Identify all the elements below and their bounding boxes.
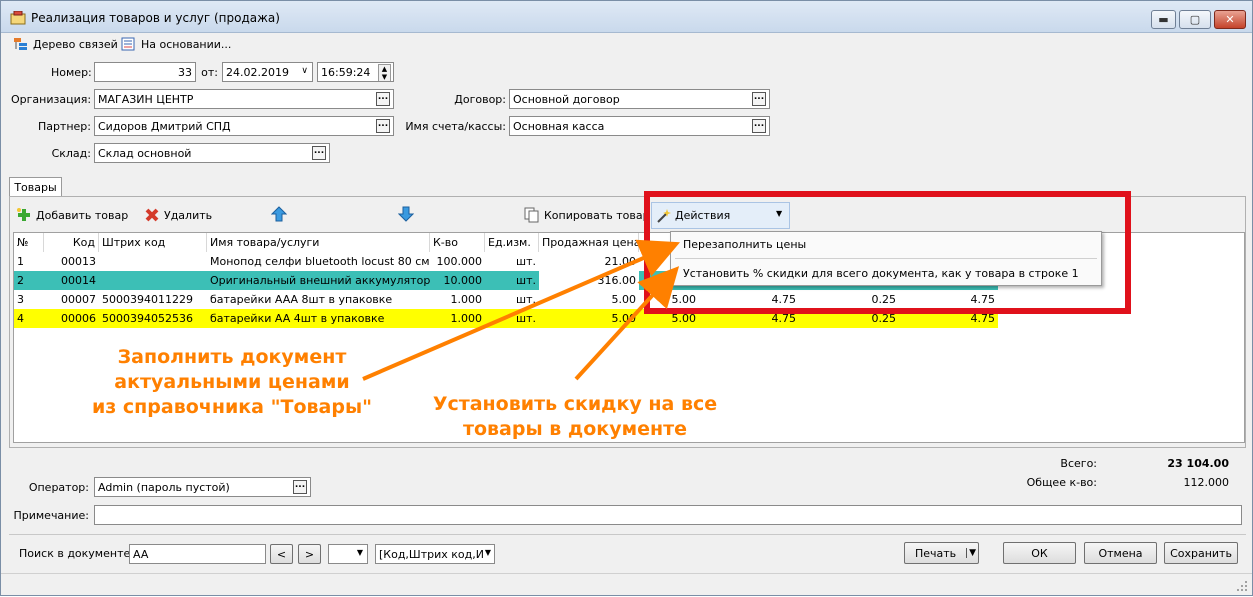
arrow-to-refill (362, 239, 681, 381)
quantity-value: 112.000 (1183, 476, 1230, 489)
annotation-line: Заполнить документ (117, 346, 347, 368)
annotation-refill: Заполнить документ актуальными ценами из… (91, 345, 373, 420)
note-field[interactable] (94, 505, 1242, 525)
operator-field[interactable]: Admin (пароль пустой) ... (94, 477, 311, 497)
cancel-label: Отмена (1098, 546, 1143, 560)
total-label: Всего: (1060, 457, 1097, 470)
chevron-right-icon: > (304, 547, 315, 561)
search-mode-select[interactable]: ▼ (328, 544, 368, 564)
operator-value: Admin (пароль пустой) (98, 480, 230, 494)
print-button[interactable]: Печать ▼ (904, 542, 979, 564)
chevron-down-icon[interactable]: ▼ (966, 548, 976, 558)
chevron-down-icon: ▼ (356, 548, 363, 557)
search-input[interactable]: AA (129, 544, 266, 564)
chevron-left-icon: < (276, 547, 287, 561)
arrow-to-discount (574, 266, 680, 381)
print-label: Печать (915, 546, 957, 560)
search-prev-button[interactable]: < (270, 544, 293, 564)
save-button[interactable]: Сохранить (1164, 542, 1238, 564)
note-label: Примечание: (13, 509, 89, 522)
annotation-line: из справочника "Товары" (91, 396, 373, 418)
save-label: Сохранить (1170, 546, 1232, 560)
select-dots-icon[interactable]: ... (293, 480, 307, 494)
separator (9, 534, 1246, 535)
annotation-line: Установить скидку на все (432, 393, 718, 415)
ok-label: ОК (1031, 546, 1048, 560)
ok-button[interactable]: ОК (1003, 542, 1076, 564)
search-fields-select[interactable]: [Код,Штрих код,И ▼ (375, 544, 495, 564)
annotation-discount: Установить скидку на все товары в докуме… (431, 392, 719, 442)
search-value: AA (133, 547, 149, 561)
chevron-down-icon: ▼ (484, 548, 491, 557)
status-bar (1, 573, 1252, 595)
total-value: 23 104.00 (1167, 457, 1229, 470)
annotation-line: актуальными ценами (114, 371, 350, 393)
search-label: Поиск в документе: (19, 547, 134, 560)
search-fields-value: [Код,Штрих код,И (379, 547, 484, 561)
operator-label: Оператор: (28, 481, 89, 494)
resize-grip-icon[interactable] (1236, 580, 1248, 592)
search-next-button[interactable]: > (298, 544, 321, 564)
document-window: Реализация товаров и услуг (продажа) ▬ ▢… (0, 0, 1253, 596)
cancel-button[interactable]: Отмена (1084, 542, 1157, 564)
quantity-label: Общее к-во: (1026, 476, 1097, 489)
annotation-line: товары в документе (462, 418, 688, 440)
